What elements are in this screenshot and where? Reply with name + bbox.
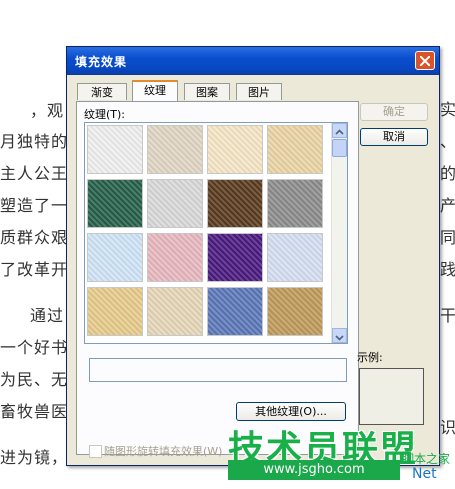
background-text-line: 为民、无 (0, 370, 69, 389)
texture-label: 纹理(T): (84, 108, 126, 121)
background-text-line: ，观 (30, 101, 65, 120)
sample-label: 示例: (357, 351, 383, 364)
texture-tile[interactable] (267, 179, 323, 228)
texture-tile[interactable] (87, 125, 143, 174)
background-text-line: 实 (440, 100, 455, 119)
tab-texture[interactable]: 纹理 (132, 80, 178, 101)
close-button[interactable] (415, 51, 435, 70)
background-text-line: 了改革开 (0, 260, 69, 279)
fill-effects-dialog: 填充效果 渐变 纹理 图案 图片 纹理(T): 其他纹理(O)... 随图形旋转… (66, 46, 440, 466)
tab-pattern[interactable]: 图案 (184, 83, 230, 100)
background-text-line: 畜牧兽医 (0, 402, 69, 421)
texture-panel: 纹理(T): 其他纹理(O)... 随图形旋转填充效果(W) (76, 101, 359, 458)
rotate-with-shape-checkbox[interactable] (89, 445, 102, 458)
title-bar: 填充效果 (67, 47, 439, 75)
background-text-line: 干 (440, 306, 455, 325)
tab-gradient[interactable]: 渐变 (77, 83, 127, 100)
watermark-url: www.jsgho.com (228, 460, 400, 480)
chevron-up-icon (335, 129, 344, 135)
texture-tile[interactable] (87, 287, 143, 336)
rotate-with-shape-label: 随图形旋转填充效果(W) (104, 445, 223, 458)
background-text-line: 产 (440, 196, 455, 215)
ok-button[interactable]: 确定 (360, 103, 428, 121)
texture-grid (84, 122, 348, 344)
background-text-line: 塑造了一 (0, 196, 69, 215)
texture-tile[interactable] (87, 233, 143, 282)
texture-tile[interactable] (267, 287, 323, 336)
texture-tile[interactable] (207, 233, 263, 282)
texture-name-box (89, 358, 347, 382)
texture-tile[interactable] (207, 287, 263, 336)
background-text-line: 、 (440, 128, 455, 152)
background-text-line: 通过 (30, 306, 65, 325)
texture-tile[interactable] (267, 233, 323, 282)
watermark-brand: 脚本之家 (402, 452, 451, 466)
scroll-thumb[interactable] (332, 139, 347, 157)
other-texture-button[interactable]: 其他纹理(O)... (236, 402, 346, 421)
background-text-line: 质群众艰 (0, 228, 69, 247)
watermark-brand-net: Net (412, 466, 437, 482)
texture-tile[interactable] (267, 125, 323, 174)
sample-preview (359, 368, 424, 425)
texture-scrollbar[interactable] (331, 123, 347, 343)
close-icon (420, 56, 430, 66)
background-text-line: 同 (440, 228, 455, 247)
chevron-down-icon (335, 335, 344, 341)
cancel-button[interactable]: 取消 (360, 128, 428, 146)
background-text-line: 主人公王 (0, 164, 69, 183)
texture-tile[interactable] (147, 233, 203, 282)
background-text-line: 的 (440, 164, 455, 183)
texture-tile[interactable] (87, 179, 143, 228)
background-text-line: 识 (440, 418, 455, 437)
scroll-down-button[interactable] (332, 328, 347, 343)
texture-tile[interactable] (147, 125, 203, 174)
texture-tile[interactable] (147, 287, 203, 336)
scroll-up-button[interactable] (332, 123, 347, 138)
background-text-line: 践 (440, 260, 455, 279)
texture-tile[interactable] (207, 125, 263, 174)
tab-picture[interactable]: 图片 (236, 83, 282, 100)
dialog-title: 填充效果 (75, 55, 128, 69)
background-text-line: 月独特的 (0, 132, 69, 151)
texture-tile[interactable] (207, 179, 263, 228)
texture-tile[interactable] (147, 179, 203, 228)
